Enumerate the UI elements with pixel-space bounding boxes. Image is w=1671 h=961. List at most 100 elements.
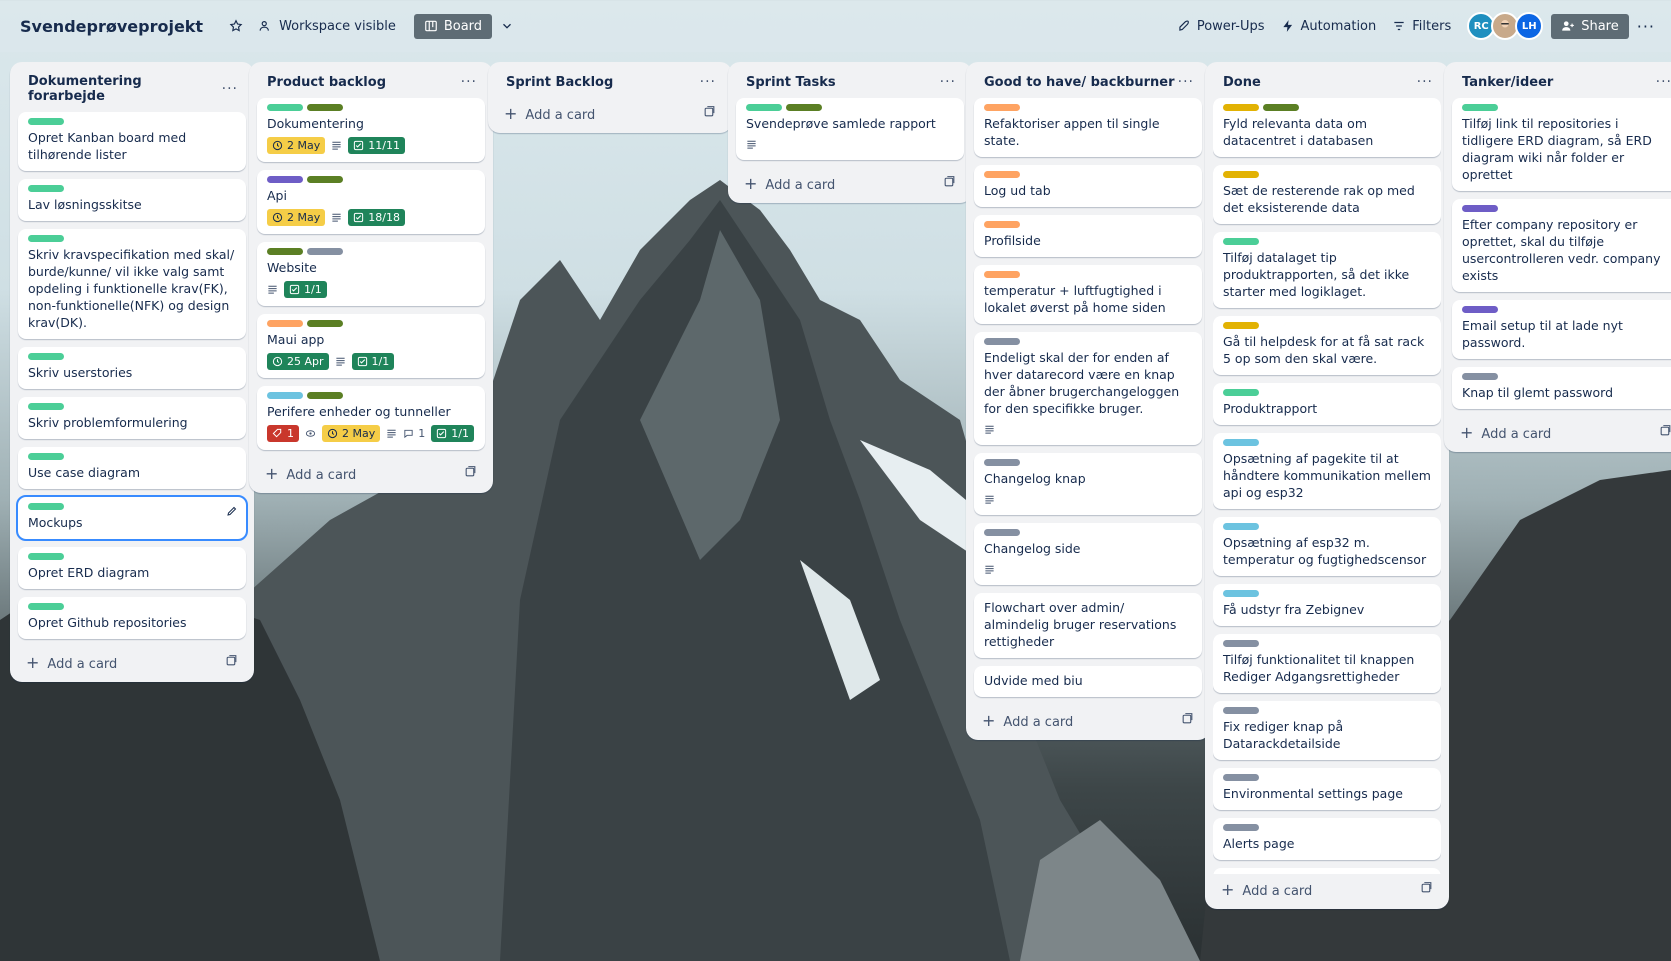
due-date-badge[interactable]: 2 May — [322, 425, 381, 442]
card[interactable]: Website 1/1 — [257, 242, 485, 306]
card[interactable]: Api 2 May 18/18 — [257, 170, 485, 234]
card[interactable]: Perifere enheder og tunneller 1 2 May 1 1/1 — [257, 386, 485, 450]
due-date-badge[interactable]: 25 Apr — [267, 353, 329, 370]
card-label[interactable] — [307, 176, 343, 183]
card[interactable]: Skriv kravspecifikation med skal/ burde/… — [18, 229, 246, 339]
card[interactable]: Udvide med biu — [974, 666, 1202, 697]
card[interactable]: Skriv problemformulering — [18, 397, 246, 439]
card[interactable]: Alerts page — [1213, 818, 1441, 860]
card-label[interactable] — [28, 235, 64, 242]
card-label[interactable] — [1223, 389, 1259, 396]
visibility-button[interactable]: Workspace visible — [251, 15, 404, 38]
card[interactable]: Få udstyr fra Zebignev — [1213, 584, 1441, 626]
card-label[interactable] — [1462, 205, 1498, 212]
card-label[interactable] — [1223, 640, 1259, 647]
card[interactable]: Skriv userstories — [18, 347, 246, 389]
card-label[interactable] — [307, 248, 343, 255]
card-label[interactable] — [307, 104, 343, 111]
view-switcher-button[interactable] — [492, 15, 522, 37]
list-menu-button[interactable]: ··· — [461, 74, 477, 90]
list-menu-button[interactable]: ··· — [1417, 74, 1433, 90]
card-label[interactable] — [984, 104, 1020, 111]
share-button[interactable]: Share — [1551, 13, 1629, 39]
card-label[interactable] — [267, 104, 303, 111]
card-label[interactable] — [1223, 104, 1259, 111]
card-label[interactable] — [984, 459, 1020, 466]
list-menu-button[interactable]: ··· — [222, 81, 238, 97]
card[interactable]: Fyld relevanta data om datacentret i dat… — [1213, 98, 1441, 157]
card[interactable]: Flowchart over admin/ almindelig bruger … — [974, 593, 1202, 658]
board-title[interactable]: Svendeprøveprojekt — [20, 17, 203, 36]
card-template-button[interactable] — [1181, 712, 1194, 729]
card-label[interactable] — [1223, 439, 1259, 446]
board-menu-button[interactable]: ··· — [1629, 13, 1663, 40]
card-label[interactable] — [28, 553, 64, 560]
list-title[interactable]: Dokumentering forarbejde — [28, 74, 222, 104]
card-label[interactable] — [28, 403, 64, 410]
automation-button[interactable]: Automation — [1273, 15, 1385, 38]
card[interactable]: Users page — [1213, 868, 1441, 874]
card-template-button[interactable] — [1659, 424, 1671, 441]
card-label[interactable] — [28, 118, 64, 125]
card[interactable]: Mockups — [16, 495, 248, 541]
star-button[interactable] — [221, 15, 251, 37]
card-label[interactable] — [984, 221, 1020, 228]
card-label[interactable] — [786, 104, 822, 111]
card-label[interactable] — [28, 603, 64, 610]
card[interactable]: Opret Kanban board med tilhørende lister — [18, 112, 246, 171]
card-label[interactable] — [984, 338, 1020, 345]
card[interactable]: Environmental settings page — [1213, 768, 1441, 810]
card[interactable]: Endeligt skal der for enden af hver data… — [974, 332, 1202, 445]
card[interactable]: Efter company repository er oprettet, sk… — [1452, 199, 1671, 292]
due-date-badge[interactable]: 2 May — [267, 209, 326, 226]
card[interactable]: Maui app 25 Apr 1/1 — [257, 314, 485, 378]
card[interactable]: Use case diagram — [18, 447, 246, 489]
filters-button[interactable]: Filters — [1384, 15, 1459, 38]
card-label[interactable] — [1263, 104, 1299, 111]
pencil-icon[interactable] — [226, 505, 238, 517]
card-label[interactable] — [1223, 774, 1259, 781]
card[interactable]: temperatur + luftfugtighed i lokalet øve… — [974, 265, 1202, 324]
card[interactable]: Svendeprøve samlede rapport — [736, 98, 964, 160]
card[interactable]: Tilføj datalaget tip produktrapporten, s… — [1213, 232, 1441, 308]
list-title[interactable]: Done — [1223, 75, 1261, 90]
avatar[interactable]: LH — [1515, 12, 1544, 40]
card-label[interactable] — [746, 104, 782, 111]
card[interactable]: Profilside — [974, 215, 1202, 257]
card-label[interactable] — [1223, 824, 1259, 831]
add-card-button[interactable]: + Add a card — [1452, 417, 1671, 448]
card-label[interactable] — [1462, 373, 1498, 380]
card-label[interactable] — [267, 392, 303, 399]
card[interactable]: Changelog side — [974, 523, 1202, 585]
card-label[interactable] — [1462, 104, 1498, 111]
list-title[interactable]: Sprint Tasks — [746, 75, 836, 90]
add-card-button[interactable]: + Add a card — [257, 458, 485, 489]
card-label[interactable] — [28, 185, 64, 192]
card[interactable]: Opsætning af pagekite til at håndtere ko… — [1213, 433, 1441, 509]
list-menu-button[interactable]: ··· — [940, 74, 956, 90]
card[interactable]: Fix rediger knap på Datarackdetailside — [1213, 701, 1441, 760]
card-label[interactable] — [28, 503, 64, 510]
board-view-button[interactable]: Board — [413, 13, 493, 39]
add-card-button[interactable]: + Add a card — [1213, 874, 1441, 905]
add-card-button[interactable]: + Add a card — [18, 647, 246, 678]
card[interactable]: Lav løsningsskitse — [18, 179, 246, 221]
card[interactable]: Sæt de resterende rak op med det eksiste… — [1213, 165, 1441, 224]
card[interactable]: Gå til helpdesk for at få sat rack 5 op … — [1213, 316, 1441, 375]
card-label[interactable] — [1223, 322, 1259, 329]
list-menu-button[interactable]: ··· — [1178, 74, 1194, 90]
card[interactable]: Produktrapport — [1213, 383, 1441, 425]
card[interactable]: Tilføj link til repositories i tidligere… — [1452, 98, 1671, 191]
card[interactable]: Dokumentering 2 May 11/11 — [257, 98, 485, 162]
card-template-button[interactable] — [943, 175, 956, 192]
card[interactable]: Opsætning af esp32 m. temperatur og fugt… — [1213, 517, 1441, 576]
card-template-button[interactable] — [464, 465, 477, 482]
card-label[interactable] — [984, 171, 1020, 178]
card-label[interactable] — [1223, 171, 1259, 178]
card-label[interactable] — [307, 320, 343, 327]
add-card-button[interactable]: + Add a card — [736, 168, 964, 199]
card-label[interactable] — [1223, 523, 1259, 530]
list-title[interactable]: Product backlog — [267, 75, 386, 90]
card-label[interactable] — [984, 271, 1020, 278]
card-label[interactable] — [267, 248, 303, 255]
